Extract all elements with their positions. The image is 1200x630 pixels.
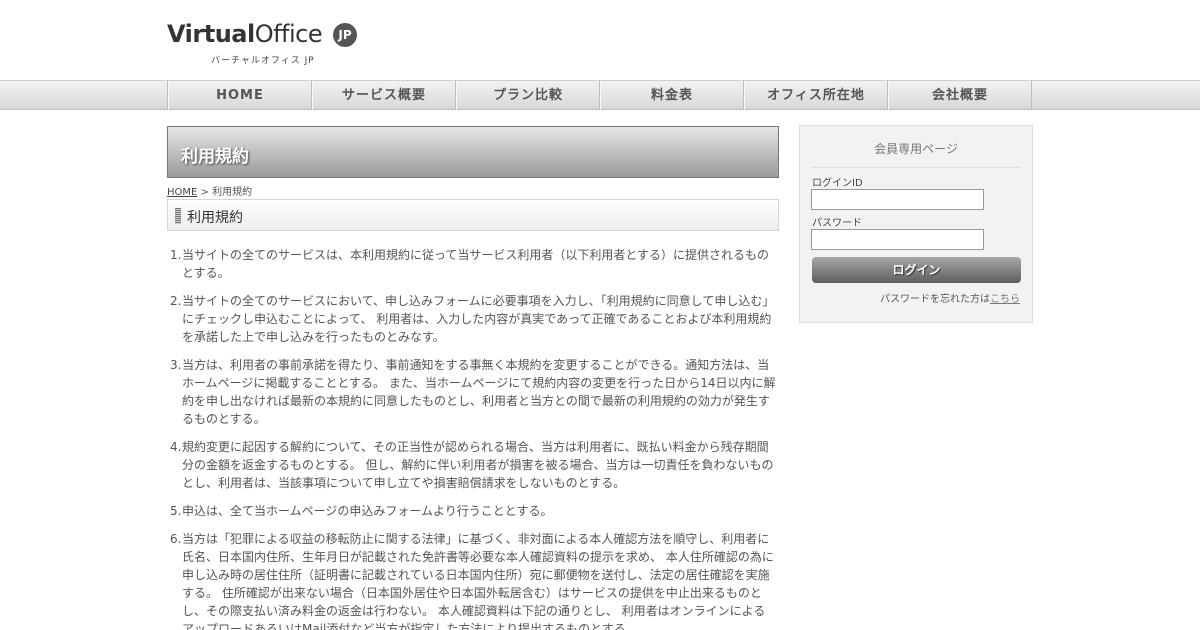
breadcrumb-separator: > (197, 187, 213, 198)
breadcrumb-home-link[interactable]: HOME (167, 187, 197, 198)
page-title-banner: 利用規約 (167, 126, 779, 178)
terms-item-text: 当サイトの全てのサービスにおいて、申し込みフォームに必要事項を入力し、「利用規約… (182, 294, 775, 344)
terms-content: 1. 当サイトの全てのサービスは、本利用規約に従って当サービス利用者（以下利用者と… (167, 246, 777, 630)
terms-item-text: 当サイトの全てのサービスは、本利用規約に従って当サービス利用者（以下利用者とする… (182, 248, 770, 280)
terms-item-text: 規約変更に起因する解約について、その正当性が認められる場合、当方は利用者に、既払… (182, 440, 774, 490)
terms-item: 2. 当サイトの全てのサービスにおいて、申し込みフォームに必要事項を入力し、「利用… (167, 292, 777, 346)
heading-bar-icon (175, 208, 181, 224)
breadcrumb: HOME > 利用規約 (167, 183, 252, 198)
login-button[interactable]: ログイン (812, 257, 1021, 283)
forgot-password-text: パスワードを忘れた方は (880, 294, 990, 305)
terms-item: 4. 規約変更に起因する解約について、その正当性が認められる場合、当方は利用者に、… (167, 438, 777, 492)
member-page-title: 会員専用ページ (812, 140, 1020, 168)
login-id-label: ログインID (812, 178, 863, 189)
logo-wordmark: VirtualOffice (167, 20, 323, 48)
password-input[interactable] (811, 229, 984, 250)
section-heading: 利用規約 (167, 199, 779, 231)
logo-subtitle: バーチャルオフィス JP (211, 56, 315, 66)
forgot-password: パスワードを忘れた方はこちら (880, 290, 1020, 305)
terms-item-number: 1. (170, 248, 182, 262)
nav-item-plan-comparison[interactable]: プラン比較 (456, 81, 600, 110)
terms-item-number: 6. (170, 532, 182, 546)
terms-item-text: 当方は、利用者の事前承諾を得たり、事前通知をする事無く本規約を変更することができ… (182, 358, 776, 426)
terms-item-number: 2. (170, 294, 182, 308)
terms-item: 6. 当方は「犯罪による収益の移転防止に関する法律」に基づく、非対面による本人確認… (167, 530, 777, 630)
terms-item-number: 5. (170, 504, 182, 518)
terms-item: 1. 当サイトの全てのサービスは、本利用規約に従って当サービス利用者（以下利用者と… (167, 246, 777, 282)
terms-list: 1. 当サイトの全てのサービスは、本利用規約に従って当サービス利用者（以下利用者と… (167, 246, 777, 630)
site-logo[interactable]: VirtualOffice JP バーチャルオフィス JP (167, 18, 367, 68)
member-login-panel: 会員専用ページ ログインID パスワード ログイン パスワードを忘れた方はこちら (799, 125, 1033, 323)
nav-item-service-overview[interactable]: サービス概要 (312, 81, 456, 110)
logo-office: Office (254, 20, 323, 48)
global-nav: HOME サービス概要 プラン比較 料金表 オフィス所在地 会社概要 (0, 80, 1200, 110)
terms-item-number: 3. (170, 358, 182, 372)
breadcrumb-current: 利用規約 (212, 187, 253, 198)
terms-item-number: 4. (170, 440, 182, 454)
nav-item-company[interactable]: 会社概要 (888, 81, 1032, 110)
terms-item-text: 申込は、全て当ホームページの申込みフォームより行うこととする。 (182, 504, 553, 518)
logo-virtual: Virtual (167, 20, 255, 48)
forgot-password-link[interactable]: こちら (990, 294, 1020, 305)
section-heading-text: 利用規約 (187, 210, 243, 226)
terms-item: 5. 申込は、全て当ホームページの申込みフォームより行うこととする。 (167, 502, 777, 520)
page-title: 利用規約 (181, 147, 249, 167)
nav-item-office-locations[interactable]: オフィス所在地 (744, 81, 888, 110)
login-id-input[interactable] (811, 189, 984, 210)
password-label: パスワード (812, 218, 862, 229)
site-header: VirtualOffice JP バーチャルオフィス JP (0, 0, 1200, 80)
nav-item-pricing[interactable]: 料金表 (600, 81, 744, 110)
terms-item: 3. 当方は、利用者の事前承諾を得たり、事前通知をする事無く本規約を変更することが… (167, 356, 777, 428)
nav-item-home[interactable]: HOME (168, 81, 312, 110)
terms-item-text: 当方は「犯罪による収益の移転防止に関する法律」に基づく、非対面による本人確認方法… (182, 532, 774, 630)
logo-jp-badge: JP (333, 23, 357, 47)
